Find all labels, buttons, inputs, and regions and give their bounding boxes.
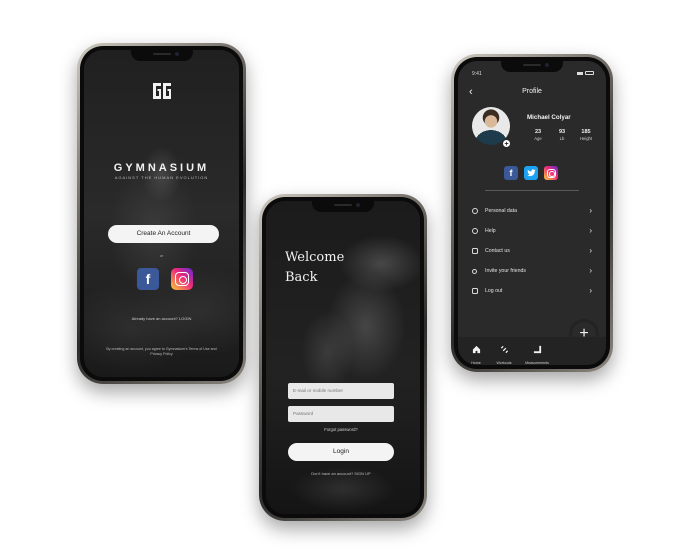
menu-item-label: Personal data	[485, 208, 518, 214]
tab-workouts[interactable]: Workouts	[490, 341, 518, 365]
chevron-right-icon: ›	[589, 226, 592, 235]
tab-label: Workouts	[496, 361, 512, 365]
twitter-icon[interactable]	[524, 166, 538, 180]
battery-icon	[585, 71, 594, 75]
gymnasium-logo-icon	[152, 83, 171, 99]
menu-item-contact-us[interactable]: Contact us ›	[472, 245, 592, 257]
chevron-right-icon: ›	[589, 266, 592, 275]
phone-bezel: 9:41 ‹ Profile + Michael Colyar 23 Age 9…	[454, 57, 610, 369]
brand-title: GYMNASIUM	[113, 162, 210, 174]
phone-profile-screen: 9:41 ‹ Profile + Michael Colyar 23 Age 9…	[451, 54, 613, 372]
create-account-button[interactable]: Create An Account	[108, 225, 219, 243]
phone-start-screen: GYMNASIUM AGAINST THE HUMAN EVOLUTION Cr…	[77, 43, 246, 384]
stat-value: 93	[558, 129, 566, 135]
share-icon	[472, 268, 477, 274]
tab-label: Home	[471, 361, 481, 365]
phone-notch	[130, 50, 193, 61]
login-button[interactable]: Login	[288, 443, 394, 461]
stat-value: 23	[534, 129, 542, 135]
menu-item-label: Contact us	[485, 248, 510, 254]
phone-bezel: Welcome Back E-mail or mobile number Pas…	[262, 197, 424, 518]
home-icon	[472, 345, 480, 354]
start-screen: GYMNASIUM AGAINST THE HUMAN EVOLUTION Cr…	[84, 50, 239, 377]
signal-icon	[577, 71, 583, 75]
tab-label: Measurements	[525, 361, 549, 365]
welcome-line-2: Back	[285, 270, 318, 285]
logout-icon	[472, 288, 478, 294]
instagram-icon[interactable]	[544, 166, 558, 180]
phone-bezel: GYMNASIUM AGAINST THE HUMAN EVOLUTION Cr…	[80, 46, 243, 381]
stat-label: Height	[579, 136, 593, 141]
sign-up-link[interactable]: Don't have an account? SIGN UP	[288, 471, 394, 476]
facebook-icon[interactable]: f	[137, 268, 159, 290]
profile-screen: 9:41 ‹ Profile + Michael Colyar 23 Age 9…	[458, 61, 606, 365]
status-bar: 9:41	[472, 71, 594, 79]
password-field[interactable]: Password	[288, 406, 394, 422]
menu-item-personal-data[interactable]: Personal data ›	[472, 205, 592, 217]
chart-icon	[533, 345, 541, 354]
dumbbell-icon	[500, 345, 508, 354]
phone-notch	[312, 201, 374, 212]
phone-notch	[501, 61, 563, 72]
page-title: Profile	[522, 88, 542, 95]
twitter-bird-icon	[526, 169, 536, 177]
help-icon	[472, 228, 478, 234]
or-divider-label: or	[159, 253, 164, 258]
stat-weight: 93 Lb	[551, 129, 573, 141]
bottom-tab-bar: Home Workouts Measurements	[458, 337, 606, 365]
menu-item-help[interactable]: Help ›	[472, 225, 592, 237]
phone-login-screen: Welcome Back E-mail or mobile number Pas…	[259, 194, 427, 521]
tab-home[interactable]: Home	[462, 341, 490, 365]
status-time: 9:41	[472, 71, 482, 77]
section-divider	[485, 190, 579, 191]
stat-value: 185	[581, 129, 591, 135]
status-icons	[577, 71, 594, 75]
menu-item-invite-friends[interactable]: Invite your friends ›	[472, 265, 592, 277]
chevron-right-icon: ›	[589, 286, 592, 295]
stat-label: Age	[534, 136, 542, 141]
stat-label: Lb	[559, 136, 565, 141]
already-have-account-link[interactable]: Already have an account? LOGIN	[84, 316, 239, 321]
user-icon	[472, 208, 478, 214]
instagram-icon[interactable]	[171, 268, 193, 290]
add-photo-icon[interactable]: +	[502, 139, 511, 148]
welcome-heading: Welcome Back	[285, 248, 375, 288]
menu-item-log-out[interactable]: Log out ›	[472, 285, 592, 297]
forgot-password-link[interactable]: Forgot password?	[288, 427, 394, 432]
stat-age: 23 Age	[527, 129, 549, 141]
chevron-right-icon: ›	[589, 246, 592, 255]
login-screen: Welcome Back E-mail or mobile number Pas…	[266, 201, 420, 514]
brand-tagline: AGAINST THE HUMAN EVOLUTION	[114, 175, 209, 180]
user-name: Michael Colyar	[527, 114, 571, 121]
menu-item-label: Invite your friends	[485, 268, 526, 274]
tab-measurements[interactable]: Measurements	[520, 341, 554, 365]
chevron-right-icon: ›	[589, 206, 592, 215]
welcome-line-1: Welcome	[285, 250, 345, 265]
menu-item-label: Log out	[485, 288, 503, 294]
mail-icon	[472, 248, 478, 254]
facebook-icon[interactable]: f	[504, 166, 518, 180]
email-field[interactable]: E-mail or mobile number	[288, 383, 394, 399]
menu-item-label: Help	[485, 228, 496, 234]
terms-text: By creating an account, you agree to Gym…	[106, 347, 217, 356]
stat-height: 185 Height	[575, 129, 597, 141]
